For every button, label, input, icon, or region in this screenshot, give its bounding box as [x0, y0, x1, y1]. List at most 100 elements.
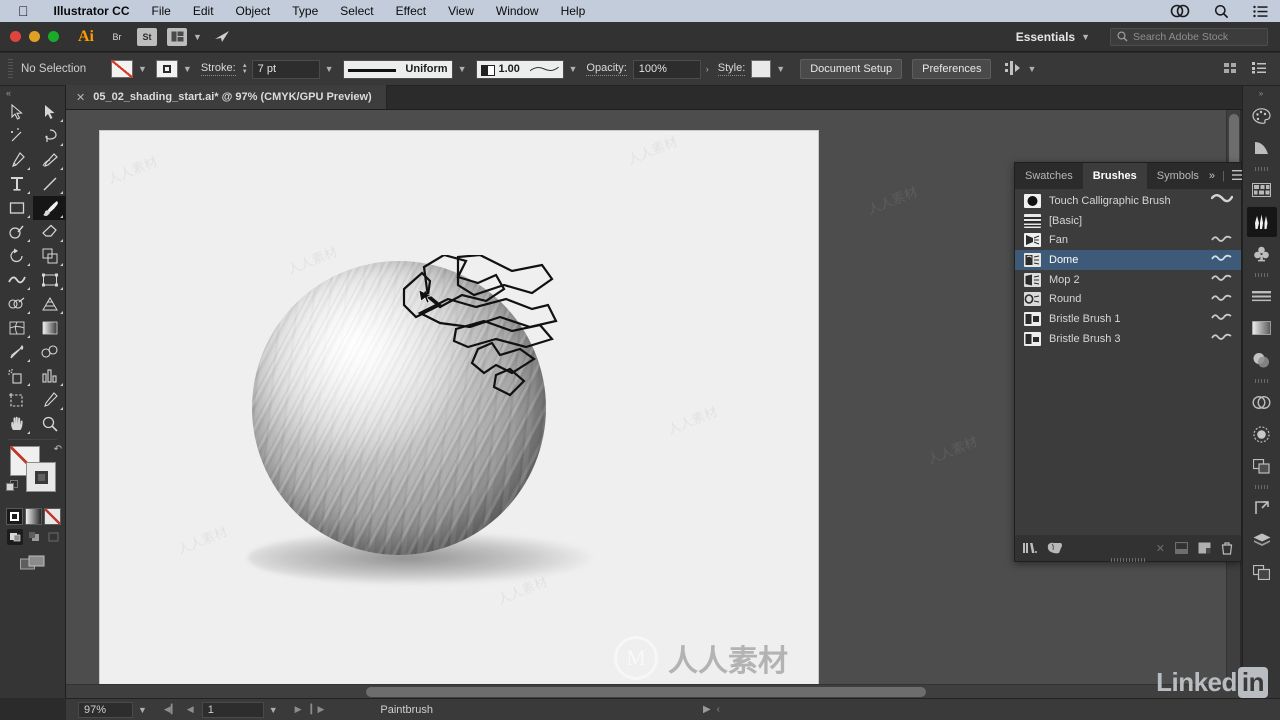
creative-cloud-icon[interactable]	[1158, 4, 1202, 18]
color-guide-panel-icon[interactable]	[1247, 133, 1277, 163]
column-graph-tool[interactable]	[33, 364, 66, 388]
zoom-chevron-down-icon[interactable]: ▼	[138, 705, 147, 715]
list-item[interactable]: Bristle Brush 1	[1015, 309, 1241, 329]
menu-item-file[interactable]: File	[141, 0, 182, 22]
eraser-tool[interactable]	[33, 220, 66, 244]
brushes-panel[interactable]: Swatches Brushes Symbols » | Touch Calli…	[1014, 162, 1244, 562]
gradient-panel-icon[interactable]	[1247, 313, 1277, 343]
graphic-styles-panel-icon[interactable]	[1247, 419, 1277, 449]
share-on-behance-icon[interactable]	[212, 28, 232, 46]
tab-symbols[interactable]: Symbols	[1146, 163, 1209, 189]
draw-normal-button[interactable]	[7, 529, 23, 545]
pen-tool[interactable]	[0, 148, 33, 172]
preferences-button[interactable]: Preferences	[912, 59, 992, 79]
bridge-icon[interactable]: Br	[107, 28, 127, 46]
width-tool[interactable]	[0, 268, 33, 292]
opacity-expand-icon[interactable]: ›	[706, 64, 709, 74]
previous-artboard-icon[interactable]: ◀	[187, 704, 194, 715]
stroke-color-swatch[interactable]	[155, 60, 178, 78]
double-chevron-right-icon[interactable]: »	[1209, 170, 1215, 182]
brushes-panel-icon[interactable]	[1246, 207, 1277, 237]
none-mode-button[interactable]	[44, 508, 61, 525]
chevron-down-icon[interactable]: ▼	[1081, 32, 1090, 42]
list-item[interactable]: Fan	[1015, 230, 1241, 250]
free-transform-tool[interactable]	[33, 268, 66, 292]
brush-definition-chevron-down-icon[interactable]: ▼	[569, 64, 578, 74]
artboards-panel-icon[interactable]	[1247, 557, 1277, 587]
spotlight-search-icon[interactable]	[1202, 4, 1241, 19]
shape-builder-tool[interactable]	[0, 292, 33, 316]
transparency-panel-icon[interactable]	[1247, 345, 1277, 375]
perspective-grid-tool[interactable]	[33, 292, 66, 316]
stroke-gray-swatch[interactable]	[26, 462, 56, 492]
stroke-chevron-down-icon[interactable]: ▼	[183, 64, 192, 74]
bristle-brush-path-outline[interactable]	[400, 255, 590, 435]
fill-color-swatch[interactable]	[111, 60, 133, 78]
pathfinder-panel-icon[interactable]	[1247, 451, 1277, 481]
list-item[interactable]: [Basic]	[1015, 211, 1241, 231]
list-item[interactable]: Touch Calligraphic Brush	[1015, 191, 1241, 211]
line-segment-tool[interactable]	[33, 172, 66, 196]
curvature-tool[interactable]	[33, 148, 66, 172]
swatches-panel-icon[interactable]	[1247, 175, 1277, 205]
opacity-label[interactable]: Opacity:	[586, 62, 627, 76]
fill-chevron-down-icon[interactable]: ▼	[138, 64, 147, 74]
control-bar-grip[interactable]	[8, 59, 13, 79]
zoom-level-field[interactable]: 97%	[78, 701, 133, 718]
transform-chevron-down-icon[interactable]: ▼	[1027, 64, 1036, 74]
layers-panel-icon[interactable]	[1247, 525, 1277, 555]
horizontal-scroll-thumb[interactable]	[366, 687, 926, 697]
color-panel-icon[interactable]	[1247, 101, 1277, 131]
artboard-number-field[interactable]: 1	[201, 701, 264, 718]
new-brush-icon[interactable]	[1198, 542, 1211, 554]
delete-brush-icon[interactable]	[1221, 541, 1233, 555]
brush-definition-select[interactable]: 1.00	[475, 59, 564, 79]
maximize-window-button[interactable]	[48, 31, 59, 42]
selection-tool[interactable]	[0, 100, 33, 124]
menu-item-effect[interactable]: Effect	[385, 0, 437, 22]
symbols-panel-icon[interactable]	[1247, 239, 1277, 269]
tools-panel-grip[interactable]: «	[0, 86, 65, 100]
list-item-selected[interactable]: Dome	[1015, 250, 1241, 270]
canvas-horizontal-scrollbar[interactable]	[66, 684, 1240, 698]
brushes-list[interactable]: Touch Calligraphic Brush [Basic] Fan Dom…	[1015, 189, 1241, 535]
options-of-selected-object-icon[interactable]	[1175, 542, 1188, 554]
libraries-icon[interactable]	[1047, 542, 1063, 554]
workspace-switcher[interactable]: Essentials	[1016, 30, 1075, 44]
dock-group-grip[interactable]	[1254, 167, 1269, 171]
artboard[interactable]	[99, 130, 819, 688]
dock-group-grip[interactable]	[1254, 485, 1269, 489]
direct-selection-tool[interactable]	[33, 100, 66, 124]
menu-item-edit[interactable]: Edit	[182, 0, 225, 22]
mesh-tool[interactable]	[0, 316, 33, 340]
dock-collapse-button[interactable]: »	[1243, 86, 1280, 100]
close-window-button[interactable]	[10, 31, 21, 42]
last-artboard-icon[interactable]: ▎▶	[311, 704, 325, 715]
blend-tool[interactable]	[33, 340, 66, 364]
stroke-weight-chevron-down-icon[interactable]: ▼	[325, 64, 334, 74]
stroke-profile-select[interactable]: Uniform	[342, 59, 453, 79]
menu-item-object[interactable]: Object	[225, 0, 282, 22]
type-tool[interactable]	[0, 172, 33, 196]
rectangle-tool[interactable]	[0, 196, 33, 220]
stroke-weight-stepper[interactable]: ▲ ▼	[242, 63, 248, 75]
arrange-chevron-down-icon[interactable]: ▼	[193, 32, 202, 42]
artboard-chevron-down-icon[interactable]: ▼	[269, 705, 278, 715]
list-item[interactable]: Round	[1015, 289, 1241, 309]
align-icon[interactable]	[1224, 62, 1238, 77]
list-item[interactable]: Mop 2	[1015, 270, 1241, 290]
menu-item-window[interactable]: Window	[485, 0, 550, 22]
stock-icon[interactable]: St	[137, 27, 157, 46]
stroke-label[interactable]: Stroke:	[200, 62, 236, 76]
style-chevron-down-icon[interactable]: ▼	[776, 64, 785, 74]
stroke-profile-chevron-down-icon[interactable]: ▼	[458, 64, 467, 74]
rotate-tool[interactable]	[0, 244, 33, 268]
menu-item-select[interactable]: Select	[329, 0, 384, 22]
status-collapse-icon[interactable]: ‹	[717, 704, 720, 715]
search-input[interactable]: Search Adobe Stock	[1110, 27, 1268, 46]
color-mode-button[interactable]	[6, 508, 23, 525]
lasso-tool[interactable]	[33, 124, 66, 148]
artboard-tool[interactable]	[0, 388, 33, 412]
swap-fill-stroke-icon[interactable]: ↶	[54, 444, 62, 455]
stroke-weight-field[interactable]: 7 pt	[251, 59, 320, 79]
